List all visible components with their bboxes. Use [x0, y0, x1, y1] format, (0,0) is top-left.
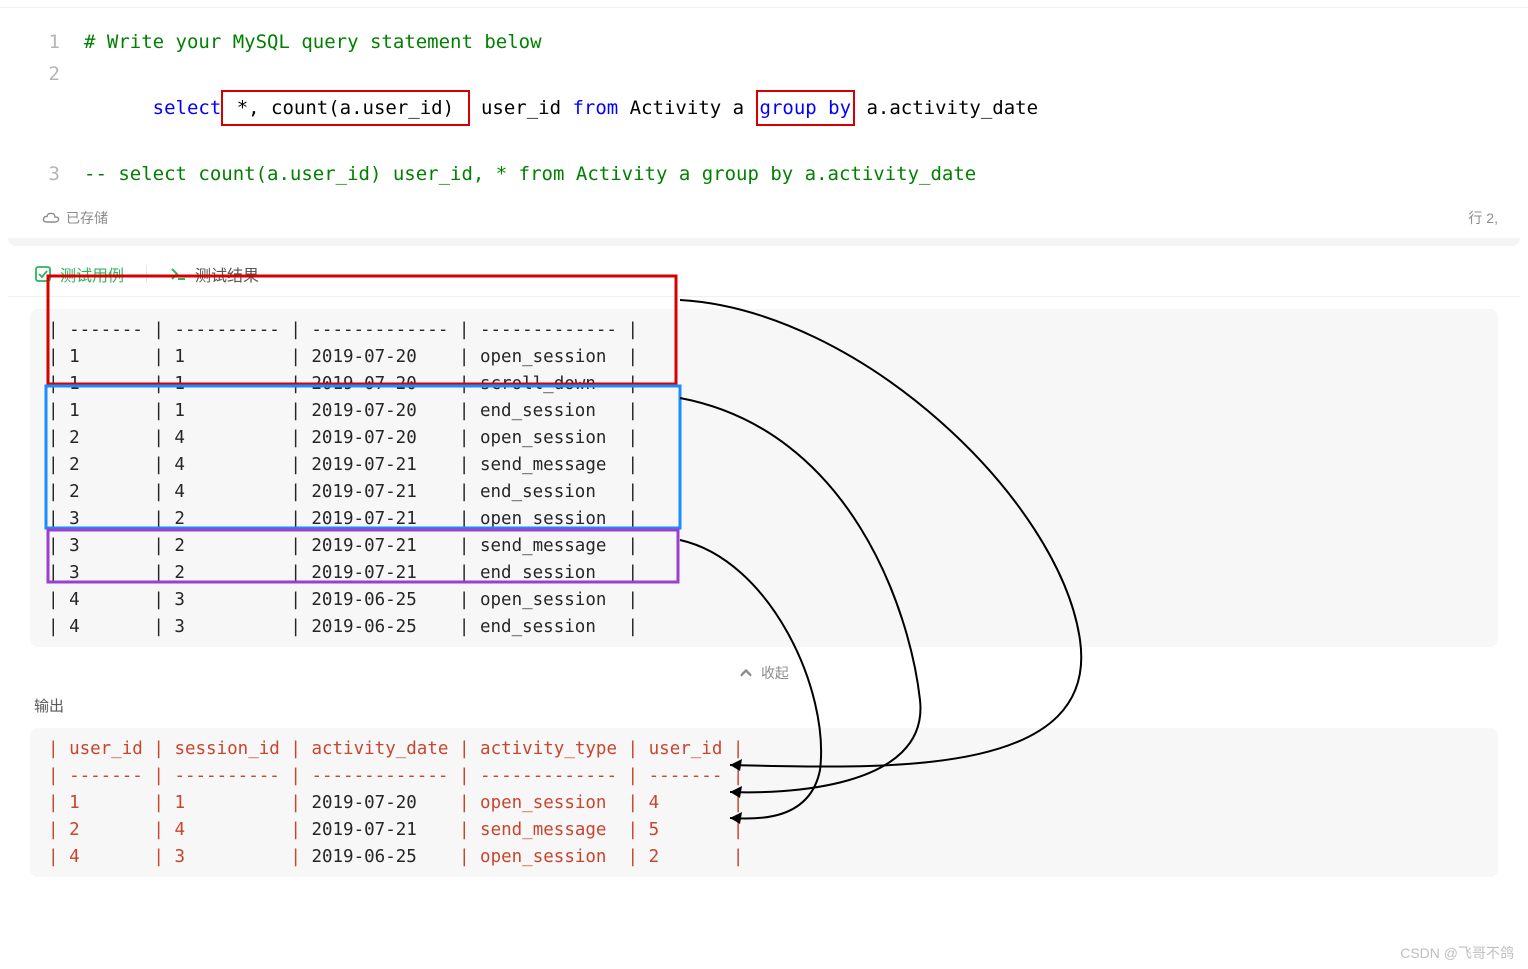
watermark: CSDN @飞哥不鸽 — [1400, 943, 1514, 963]
code-line-2[interactable]: 2 select *, count(a.user_id) user_id fro… — [8, 58, 1520, 158]
collapse-button[interactable]: 收起 — [8, 659, 1520, 685]
cloud-icon — [42, 211, 60, 225]
tab-label: 测试用例 — [60, 262, 124, 286]
tab-label: 测试结果 — [195, 262, 259, 286]
annotation-red-box: group by — [756, 90, 856, 126]
annotation-red-box: *, count(a.user_id) — [221, 90, 469, 126]
line-number: 3 — [24, 158, 84, 190]
tab-test-cases[interactable]: 测试用例 — [34, 262, 124, 286]
kw-groupby: group by — [760, 97, 852, 119]
sql-editor-panel: 1 # Write your MySQL query statement bel… — [8, 8, 1520, 246]
kw-select: select — [153, 97, 222, 119]
line-number: 1 — [24, 26, 84, 58]
output-section-label: 输出 — [8, 685, 1520, 716]
collapse-label: 收起 — [761, 665, 789, 681]
separator — [146, 265, 147, 283]
code-content: # Write your MySQL query statement below — [84, 26, 542, 58]
code-line-3[interactable]: 3 -- select count(a.user_id) user_id, * … — [8, 158, 1520, 190]
line-number: 2 — [24, 58, 84, 90]
code-content: select *, count(a.user_id) user_id from … — [84, 58, 1038, 158]
checkbox-icon — [34, 265, 52, 283]
terminal-icon — [169, 265, 187, 283]
tabs-row: 测试用例 测试结果 — [8, 256, 1520, 297]
editor-status-bar: 已存储 行 2, — [8, 190, 1520, 238]
tab-test-results[interactable]: 测试结果 — [169, 262, 259, 286]
code-content: -- select count(a.user_id) user_id, * fr… — [84, 158, 976, 190]
line-col-indicator: 行 2, — [1468, 208, 1498, 228]
query-output-block[interactable]: | user_id | session_id | activity_date |… — [30, 728, 1498, 877]
chevron-up-icon — [739, 665, 753, 681]
results-panel: 测试用例 测试结果 | ------- | ---------- | -----… — [8, 246, 1520, 877]
test-input-block[interactable]: | ------- | ---------- | ------------- |… — [30, 309, 1498, 647]
window-top-strip — [0, 0, 1528, 8]
code-line-1[interactable]: 1 # Write your MySQL query statement bel… — [8, 26, 1520, 58]
kw-from: from — [572, 97, 618, 119]
saved-label: 已存储 — [66, 208, 108, 228]
